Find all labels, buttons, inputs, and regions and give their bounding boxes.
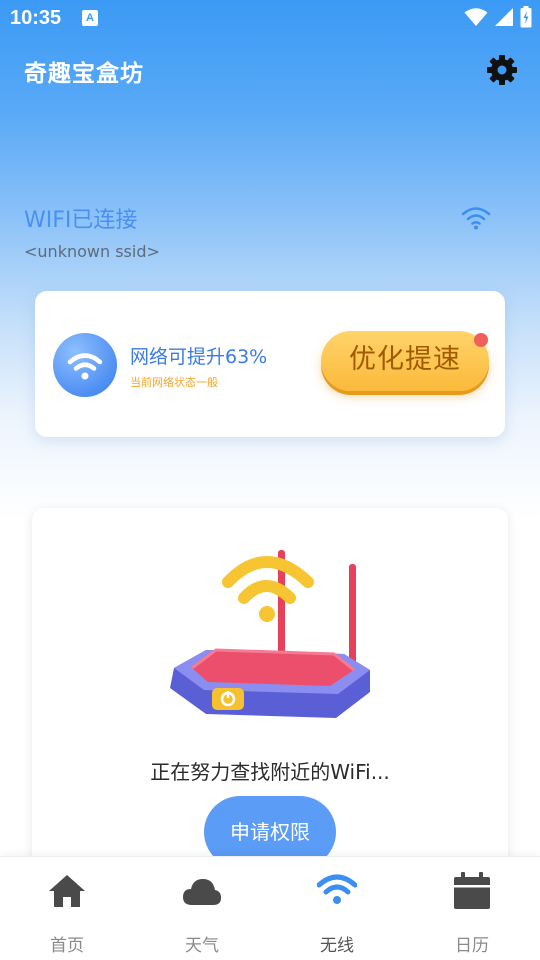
battery-icon [520, 6, 532, 28]
app-title: 奇趣宝盒坊 [24, 61, 144, 87]
nav-label-home: 首页 [50, 936, 84, 956]
nav-item-wireless[interactable]: 无线 [287, 867, 387, 957]
nav-item-home[interactable]: 首页 [17, 867, 117, 957]
notification-dot [474, 333, 488, 347]
nav-item-calendar[interactable]: 日历 [422, 867, 522, 957]
notification-icon: A [82, 10, 98, 26]
nav-label-calendar: 日历 [455, 936, 489, 956]
network-boost-card: 网络可提升63% 当前网络状态一般 优化提速 [35, 291, 505, 437]
wifi-signal-icon [464, 8, 488, 26]
status-icons [464, 6, 532, 28]
home-icon [49, 875, 85, 907]
nav-item-weather[interactable]: 天气 [152, 867, 252, 957]
status-time: 10:35 [10, 7, 62, 29]
bottom-nav: 首页 天气 无线 日历 [0, 856, 540, 960]
wifi-connected-status: WIFI已连接 [24, 208, 138, 233]
settings-button[interactable] [484, 52, 520, 88]
cell-signal-icon [495, 8, 513, 26]
status-bar: 10:35 A [0, 0, 540, 36]
scan-status-text: 正在努力查找附近的WiFi... [150, 760, 390, 784]
boost-subtitle: 当前网络状态一般 [130, 376, 218, 389]
boost-title: 网络可提升63% [130, 346, 268, 368]
nav-label-weather: 天气 [185, 936, 219, 956]
optimize-speed-button[interactable]: 优化提速 [321, 331, 489, 391]
calendar-icon [454, 872, 490, 909]
wifi-ssid: <unknown ssid> [24, 242, 160, 261]
wifi-icon [461, 207, 491, 230]
gear-icon [487, 55, 517, 85]
nav-label-wireless: 无线 [320, 936, 354, 956]
cloud-icon [183, 879, 221, 905]
wifi-icon [317, 874, 357, 904]
wifi-icon [67, 353, 103, 380]
router-illustration [170, 550, 370, 718]
boost-wifi-badge [53, 333, 117, 397]
